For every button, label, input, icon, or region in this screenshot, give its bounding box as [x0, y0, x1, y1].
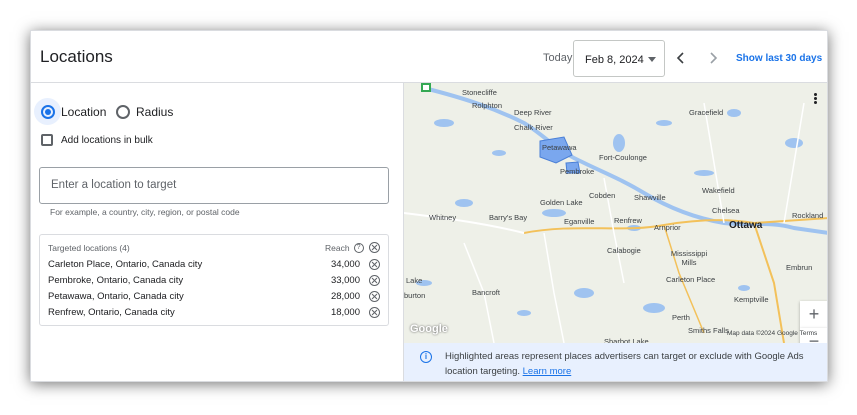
location-reach: 33,000: [330, 275, 360, 286]
location-name: Petawawa, Ontario, Canada city: [48, 291, 184, 302]
map-menu-button[interactable]: [814, 93, 818, 105]
location-reach: 28,000: [330, 291, 360, 302]
info-text: Highlighted areas represent places adver…: [445, 349, 815, 379]
table-row: Carleton Place, Ontario, Canada city 34,…: [40, 259, 388, 275]
location-name: Pembroke, Ontario, Canada city: [48, 275, 184, 286]
help-icon[interactable]: ?: [353, 243, 364, 253]
map-label: Bancroft: [472, 288, 500, 297]
map-label: burton: [404, 291, 426, 300]
map-label: Pembroke: [560, 167, 595, 176]
bulk-checkbox[interactable]: Add locations in bulk: [41, 134, 153, 146]
remove-location-icon[interactable]: [369, 275, 380, 286]
map-label-ottawa: Ottawa: [729, 220, 763, 231]
location-reach: 34,000: [330, 259, 360, 270]
reach-header-label: Reach: [325, 243, 350, 253]
remove-all-icon[interactable]: [369, 242, 380, 253]
show-last-30-days-link[interactable]: Show last 30 days: [736, 53, 822, 64]
reach-header: Reach ?: [325, 243, 364, 253]
map-attribution[interactable]: Map data ©2024 Google Terms: [727, 330, 817, 337]
info-message: Highlighted areas represent places adver…: [445, 351, 804, 377]
map-label: Rolphton: [472, 101, 503, 110]
map-label: Embrun: [786, 263, 813, 272]
chevron-left-icon: [676, 52, 684, 64]
map-label: Mississippi Mills: [670, 249, 708, 267]
radio-radius[interactable]: Radius: [116, 103, 173, 121]
map-label: Chelsea: [712, 206, 740, 215]
location-name: Renfrew, Ontario, Canada city: [48, 307, 175, 318]
radio-location[interactable]: Location: [41, 103, 106, 121]
map-label: Deep River: [514, 108, 552, 117]
map-label: Barry's Bay: [489, 213, 528, 222]
map-canvas: [404, 83, 827, 343]
next-date-button[interactable]: [704, 49, 722, 67]
map-label: Shawville: [634, 193, 666, 202]
targeted-locations-table: Targeted locations (4) Reach ? Carleton …: [39, 234, 389, 326]
date-value: Feb 8, 2024: [585, 54, 644, 66]
locations-card: Locations Today Feb 8, 2024 Show last 30…: [30, 30, 828, 382]
zoom-in-button[interactable]: +: [800, 301, 827, 328]
map-label: Golden Lake: [540, 198, 583, 207]
remove-location-icon[interactable]: [369, 291, 380, 302]
google-logo: Google: [410, 323, 448, 335]
radio-unselected-icon: [116, 105, 130, 119]
map-label: Carleton Place: [666, 275, 716, 284]
location-input-placeholder: Enter a location to target: [51, 179, 177, 191]
map-label: Rockland: [792, 211, 824, 220]
map-label: Lake: [406, 276, 423, 285]
targeting-panel: Location Radius Add locations in bulk En…: [31, 83, 404, 381]
header: Locations Today Feb 8, 2024 Show last 30…: [31, 31, 827, 83]
map-label: Whitney: [429, 213, 457, 222]
map-view[interactable]: Stonecliffe Rolphton Deep River Chalk Ri…: [404, 83, 827, 381]
table-row: Renfrew, Ontario, Canada city 18,000: [40, 307, 388, 323]
location-name: Carleton Place, Ontario, Canada city: [48, 259, 203, 270]
map-label: Fort-Coulonge: [599, 153, 647, 162]
date-select[interactable]: Feb 8, 2024: [573, 40, 665, 77]
chevron-right-icon: [710, 52, 718, 64]
learn-more-link[interactable]: Learn more: [523, 366, 572, 377]
today-label: Today: [543, 52, 573, 64]
map-label: Calabogie: [607, 246, 641, 255]
map-label: Petawawa: [542, 143, 577, 152]
map-label: Smiths Falls: [688, 326, 729, 335]
dropdown-caret-icon: [648, 57, 656, 62]
info-icon: i: [420, 351, 432, 363]
table-row: Pembroke, Ontario, Canada city 33,000: [40, 275, 388, 291]
map-label: Renfrew: [614, 216, 642, 225]
map-label: Cobden: [589, 191, 616, 200]
bulk-checkbox-label: Add locations in bulk: [61, 134, 153, 146]
map-label: Gracefield: [689, 108, 724, 117]
remove-location-icon[interactable]: [369, 307, 380, 318]
map-label: Eganville: [564, 217, 595, 226]
targeted-locations-header: Targeted locations (4): [48, 243, 130, 253]
previous-date-button[interactable]: [672, 49, 690, 67]
page-title: Locations: [40, 47, 113, 66]
remove-location-icon[interactable]: [369, 259, 380, 270]
info-banner: i Highlighted areas represent places adv…: [404, 343, 827, 381]
map-label: Arnprior: [654, 223, 681, 232]
table-row: Petawawa, Ontario, Canada city 28,000: [40, 291, 388, 307]
map-label: Perth: [672, 313, 690, 322]
map-label: Kemptville: [734, 295, 769, 304]
location-input-hint: For example, a country, city, region, or…: [50, 207, 240, 217]
map-label: Stonecliffe: [462, 88, 497, 97]
map-label: Chalk River: [514, 123, 553, 132]
radio-location-label: Location: [61, 105, 107, 119]
location-reach: 18,000: [330, 307, 360, 318]
map-label: Wakefield: [702, 186, 735, 195]
location-search-input[interactable]: Enter a location to target: [39, 167, 389, 204]
radio-radius-label: Radius: [136, 105, 174, 119]
checkbox-icon: [41, 134, 53, 146]
radio-selected-icon: [41, 105, 55, 119]
